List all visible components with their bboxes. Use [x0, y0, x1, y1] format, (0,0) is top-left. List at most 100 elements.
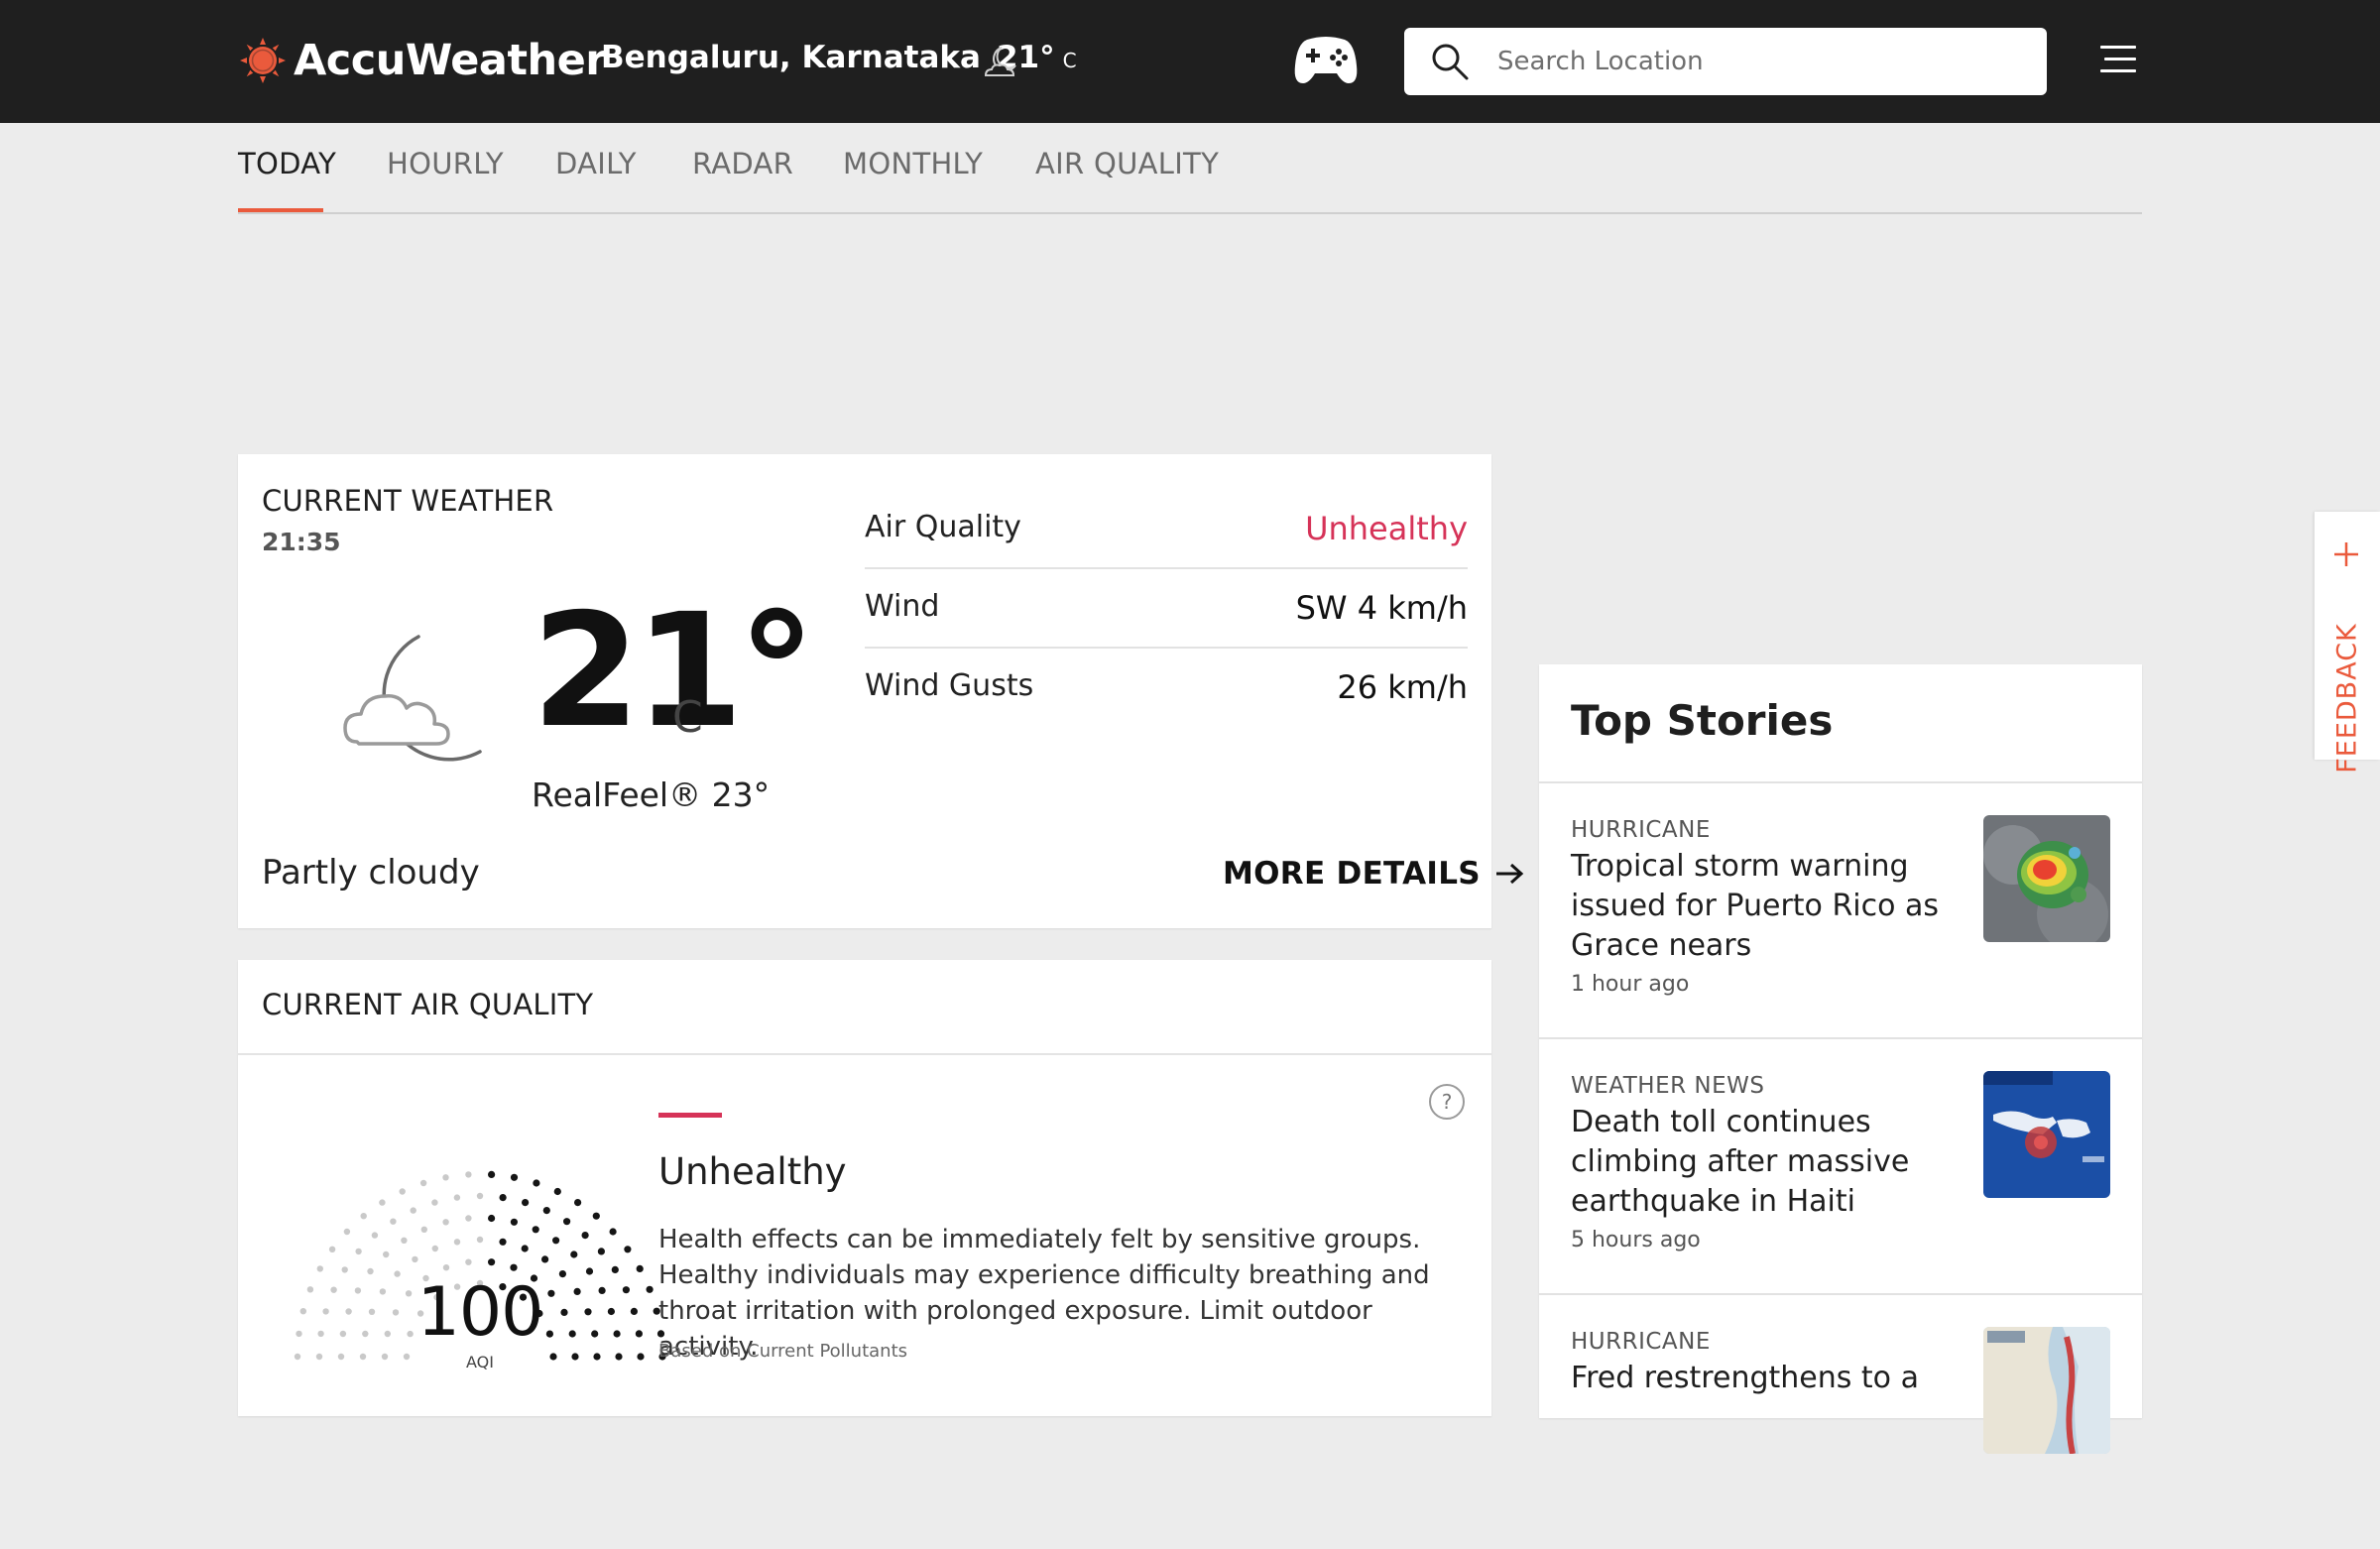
gauge-dot: [585, 1267, 594, 1275]
gauge-dot: [624, 1246, 632, 1253]
gauge-dot: [646, 1285, 654, 1293]
gauge-dot: [499, 1238, 507, 1246]
gauge-dot: [359, 1353, 367, 1361]
top-stories-panel: Top Stories HURRICANE Tropical storm war…: [1539, 664, 2142, 1454]
gauge-dot: [622, 1286, 630, 1294]
aq-category-color-bar: [658, 1113, 722, 1118]
gauge-dot: [611, 1265, 619, 1273]
wind-gusts-value: 26 km/h: [1337, 668, 1468, 706]
gauge-dot: [510, 1263, 518, 1271]
gauge-dot: [591, 1330, 599, 1338]
current-weather-card[interactable]: CURRENT WEATHER 21:35 21° C RealFeel® 23…: [238, 454, 1524, 928]
current-weather-title: CURRENT WEATHER: [262, 484, 554, 518]
wind-value: SW 4 km/h: [1295, 589, 1468, 627]
gauge-dot: [341, 1266, 348, 1273]
top-header: AccuWeather Bengaluru, Karnataka 21° C: [0, 0, 2380, 123]
air-quality-title: CURRENT AIR QUALITY: [262, 988, 594, 1021]
gauge-dot: [399, 1188, 406, 1195]
gauge-dot: [360, 1213, 367, 1220]
gauge-dot: [510, 1173, 519, 1181]
gauge-dot: [533, 1179, 540, 1187]
storm-radar-thumbnail[interactable]: [1983, 815, 2110, 942]
aqi-label: AQI: [466, 1353, 494, 1371]
gauge-dot: [592, 1212, 600, 1220]
tab-hourly[interactable]: HOURLY: [387, 147, 504, 180]
story-category: HURRICANE: [1571, 1329, 1711, 1355]
gauge-dot: [635, 1330, 643, 1338]
gauge-dot: [368, 1308, 376, 1315]
gauge-dot: [419, 1179, 427, 1187]
tab-air-quality[interactable]: AIR QUALITY: [1035, 147, 1219, 180]
tab-daily[interactable]: DAILY: [555, 147, 637, 180]
gauge-dot: [379, 1199, 386, 1206]
story-title[interactable]: Fred restrengthens to a: [1571, 1359, 1948, 1398]
current-temp-unit: C: [672, 692, 703, 743]
tab-monthly[interactable]: MONTHLY: [843, 147, 983, 180]
gauge-dot: [574, 1199, 582, 1207]
haiti-map-thumbnail[interactable]: [1983, 1071, 2110, 1198]
gauge-dot: [465, 1215, 472, 1222]
gauge-dot: [410, 1207, 416, 1214]
gauge-dot: [598, 1286, 606, 1294]
search-icon[interactable]: [1430, 42, 1470, 81]
gauge-dot: [337, 1353, 345, 1361]
gauge-dot: [294, 1353, 301, 1361]
hamburger-menu-icon[interactable]: [2100, 46, 2136, 75]
story-title[interactable]: Death toll continues climbing after mass…: [1571, 1103, 1948, 1222]
gauge-dot: [330, 1286, 337, 1293]
tab-today[interactable]: TODAY: [238, 147, 336, 180]
air-quality-header: CURRENT AIR QUALITY: [238, 960, 1491, 1055]
story-item[interactable]: WEATHER NEWS Death toll continues climbi…: [1539, 1039, 2142, 1293]
gauge-dot: [552, 1237, 560, 1245]
more-details-link[interactable]: MORE DETAILS: [1223, 856, 1524, 892]
air-quality-card[interactable]: CURRENT AIR QUALITY ? 100 AQI Unhealthy …: [238, 960, 1491, 1416]
gauge-dot: [521, 1245, 529, 1252]
more-details-label: MORE DETAILS: [1223, 856, 1481, 892]
search-input[interactable]: [1497, 28, 2023, 95]
gauge-dot: [541, 1255, 549, 1263]
gauge-dot: [499, 1194, 507, 1202]
accuweather-logo[interactable]: AccuWeather: [238, 36, 606, 85]
aqi-value: 100: [416, 1273, 544, 1352]
story-item[interactable]: HURRICANE Tropical storm warning issued …: [1539, 783, 2142, 1037]
story-time: 1 hour ago: [1571, 972, 1690, 997]
gauge-dot: [412, 1255, 418, 1263]
gauge-dot: [510, 1218, 518, 1226]
gauge-dot: [593, 1353, 601, 1361]
gauge-dot: [442, 1174, 449, 1181]
realfeel-temperature: RealFeel® 23°: [532, 775, 771, 814]
gauge-dot: [296, 1330, 302, 1338]
gauge-dot: [637, 1353, 645, 1361]
story-category: WEATHER NEWS: [1571, 1073, 1765, 1099]
search-box[interactable]: [1404, 28, 2047, 95]
detail-row-air-quality: Air Quality Unhealthy: [865, 490, 1468, 569]
air-quality-status: Unhealthy: [1305, 510, 1468, 547]
gauge-dot: [317, 1330, 324, 1338]
storm-track-map-thumbnail[interactable]: [1983, 1327, 2110, 1454]
gauge-dot: [532, 1226, 539, 1234]
gauge-dot: [488, 1170, 496, 1178]
gauge-dot: [420, 1226, 427, 1233]
gauge-dot: [401, 1237, 408, 1244]
gamepad-icon[interactable]: [1293, 30, 1359, 89]
aq-category: Unhealthy: [658, 1150, 847, 1193]
detail-label: Air Quality: [865, 510, 1021, 544]
gauge-dot: [339, 1330, 347, 1338]
weather-details-list: Air Quality Unhealthy Wind SW 4 km/h Win…: [865, 490, 1468, 726]
story-item[interactable]: HURRICANE Fred restrengthens to a: [1539, 1295, 2142, 1549]
story-title[interactable]: Tropical storm warning issued for Puerto…: [1571, 847, 1948, 966]
gauge-dot: [390, 1218, 397, 1225]
gauge-dot: [316, 1265, 323, 1272]
location-name: Bengaluru, Karnataka: [601, 40, 981, 75]
feedback-label: FEEDBACK: [2331, 623, 2363, 774]
gauge-dot: [581, 1232, 589, 1240]
gauge-dot: [476, 1236, 484, 1244]
feedback-tab[interactable]: FEEDBACK: [2315, 512, 2380, 774]
gauge-dot: [343, 1228, 351, 1236]
partly-cloudy-night-icon: [343, 635, 482, 762]
gauge-dot: [558, 1270, 566, 1278]
tab-radar[interactable]: RADAR: [692, 147, 793, 180]
gauge-dot: [488, 1214, 496, 1223]
question-circle-icon[interactable]: ?: [1428, 1083, 1466, 1121]
weather-phrase: Partly cloudy: [262, 853, 480, 893]
